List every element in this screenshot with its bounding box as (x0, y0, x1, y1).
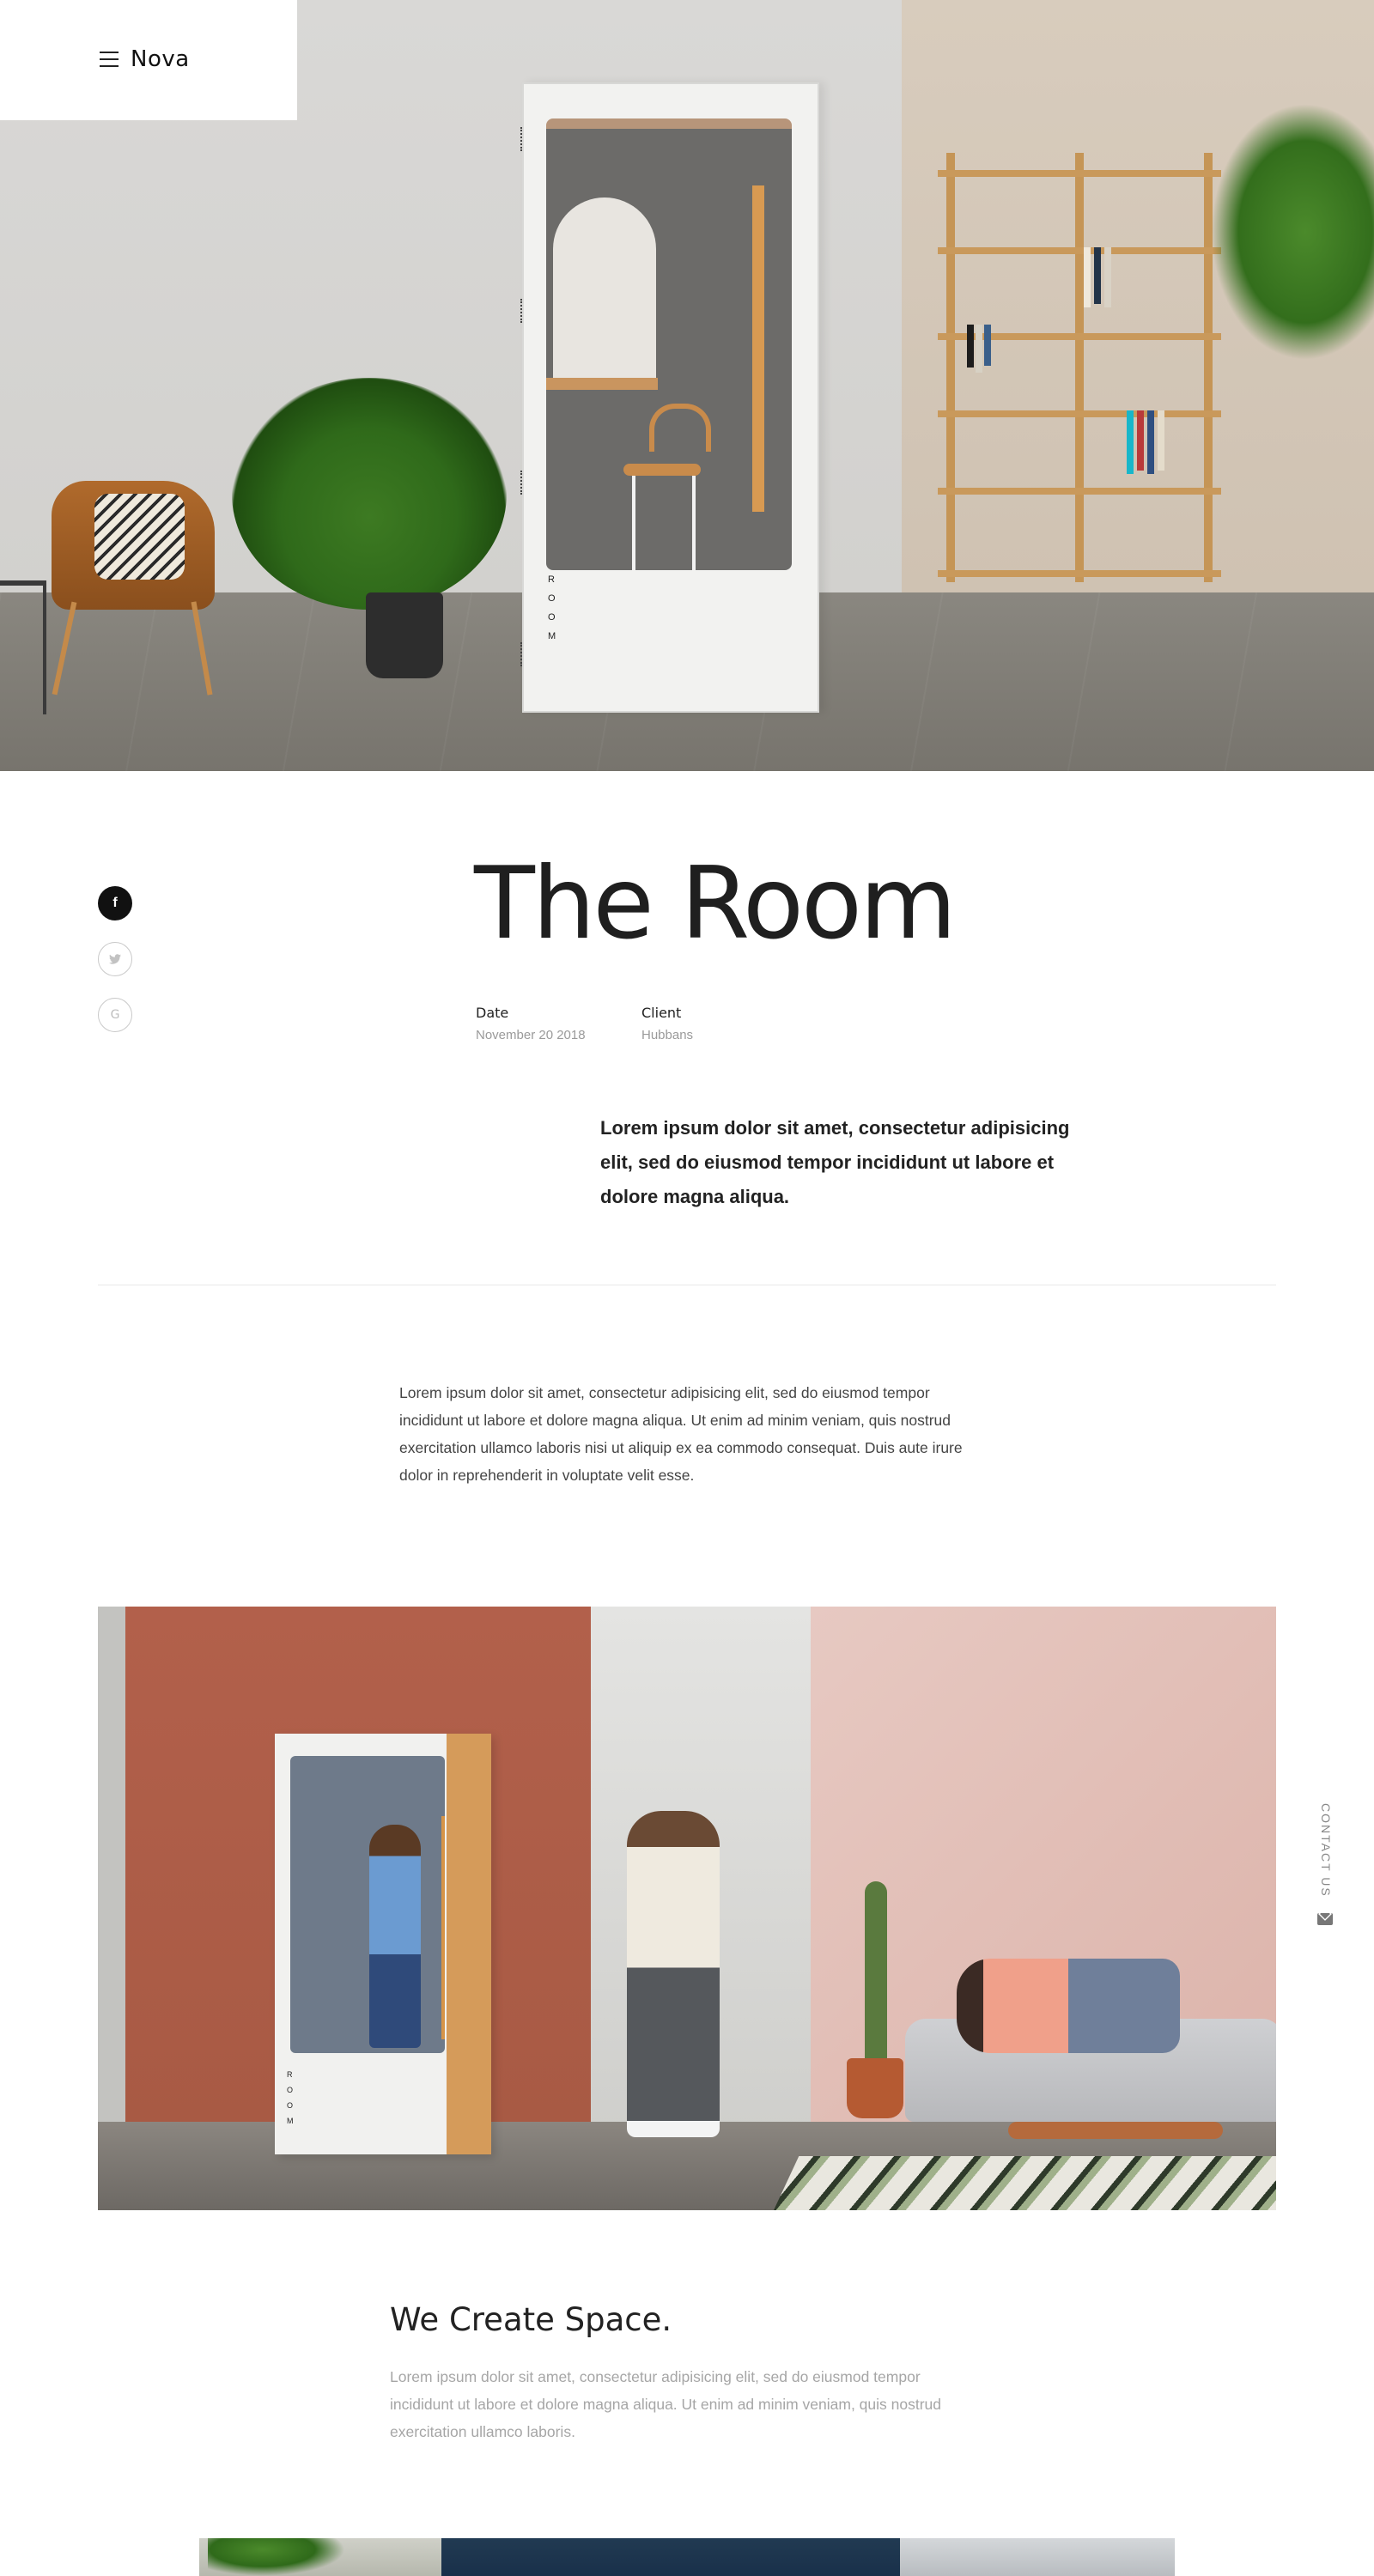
feature-booth: R O O M (275, 1734, 491, 2154)
page-title: The Room (474, 846, 957, 962)
lead-paragraph: Lorem ipsum dolor sit amet, consectetur … (600, 1117, 1070, 1207)
section-paragraph: Lorem ipsum dolor sit amet, consectetur … (390, 2368, 942, 2440)
feature-booth-logo: R O O M (287, 2070, 304, 2125)
client-label: Client (641, 1005, 682, 1021)
coffee-table (1008, 2122, 1223, 2139)
plant-left (232, 378, 507, 610)
booth-logo: R O O M (548, 574, 568, 641)
bookshelf (938, 153, 1221, 582)
walking-person (627, 1811, 720, 2137)
twitter-bird-icon (109, 954, 121, 964)
plant-pot (366, 592, 443, 678)
nav-box: Nova (0, 0, 297, 120)
bottom-gallery-image (199, 2538, 1175, 2576)
hamburger-menu-icon[interactable] (100, 52, 119, 67)
client-value: Hubbans (641, 1028, 694, 1042)
brand-logo[interactable]: Nova (131, 46, 190, 72)
google-icon[interactable]: G (98, 998, 132, 1032)
date-label: Date (476, 1005, 509, 1021)
envelope-icon (1317, 1913, 1333, 1925)
armchair-pillow (94, 494, 185, 580)
seated-person (957, 1959, 1180, 2053)
facebook-icon[interactable]: f (98, 886, 132, 920)
side-table (0, 580, 46, 714)
hero-image: R O O M Nova (0, 0, 1374, 771)
body-paragraph: Lorem ipsum dolor sit amet, consectetur … (399, 1384, 963, 1484)
booth-window (546, 118, 792, 570)
contact-us-label: CONTACT US (1319, 1803, 1333, 1898)
contact-us-tab[interactable]: CONTACT US (1312, 1803, 1340, 1941)
phone-booth: R O O M (520, 82, 819, 713)
feature-image: R O O M (98, 1607, 1276, 2210)
section-title: We Create Space. (390, 2301, 672, 2338)
date-value: November 20 2018 (476, 1028, 586, 1042)
twitter-icon[interactable] (98, 942, 132, 976)
